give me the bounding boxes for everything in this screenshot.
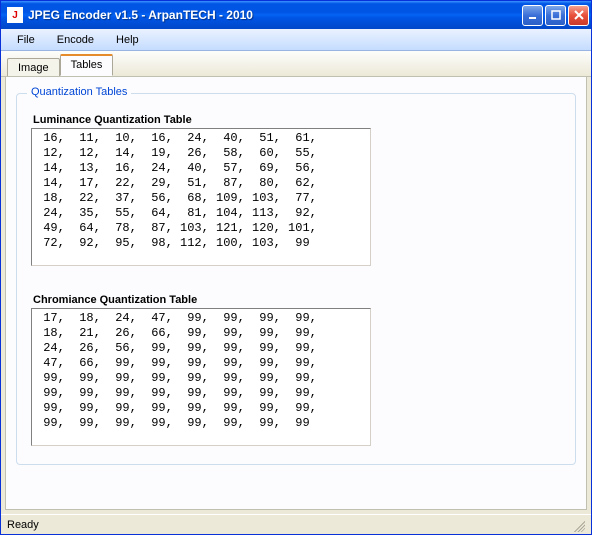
chrominance-table: 17, 18, 24, 47, 99, 99, 99, 99, 18, 21, … [31,308,371,446]
menu-file[interactable]: File [7,32,45,48]
chrominance-title: Chromiance Quantization Table [33,294,561,306]
maximize-button[interactable] [545,5,566,26]
window-buttons [522,5,589,26]
status-text: Ready [7,519,39,531]
minimize-icon [527,9,539,21]
tabstrip: Image Tables [1,51,591,77]
resize-grip[interactable] [571,518,585,532]
menu-help[interactable]: Help [106,32,149,48]
titlebar: J JPEG Encoder v1.5 - ArpanTECH - 2010 [1,1,591,29]
quantization-group: Quantization Tables Luminance Quantizati… [16,93,576,465]
app-window: J JPEG Encoder v1.5 - ArpanTECH - 2010 F… [0,0,592,535]
close-button[interactable] [568,5,589,26]
window-title: JPEG Encoder v1.5 - ArpanTECH - 2010 [28,8,522,22]
menubar: File Encode Help [1,29,591,51]
group-title: Quantization Tables [27,86,131,98]
close-icon [573,9,585,21]
statusbar: Ready [1,514,591,534]
minimize-button[interactable] [522,5,543,26]
menu-encode[interactable]: Encode [47,32,104,48]
tab-image[interactable]: Image [7,58,60,77]
luminance-table: 16, 11, 10, 16, 24, 40, 51, 61, 12, 12, … [31,128,371,266]
luminance-title: Luminance Quantization Table [33,114,561,126]
tab-tables[interactable]: Tables [60,54,114,76]
client-area: Quantization Tables Luminance Quantizati… [5,76,587,510]
maximize-icon [550,9,562,21]
app-icon: J [7,7,23,23]
